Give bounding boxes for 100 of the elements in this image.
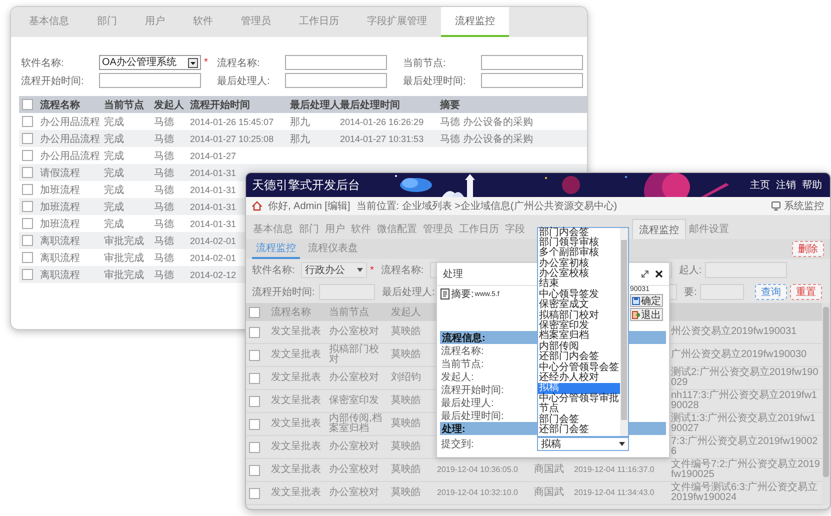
dropdown-option[interactable]: 还部门会签	[538, 424, 620, 436]
table-cell-text: 2014-01-26 16:26:29	[339, 116, 424, 126]
column-header: 当前节点	[103, 98, 144, 112]
table-cell-text: 2014-01-27 10:25:08	[189, 134, 274, 144]
dropdown-option[interactable]: 档案室归档	[538, 331, 620, 342]
table-cell-text: 马德	[153, 116, 174, 128]
resize-icon[interactable]	[641, 270, 649, 278]
dropdown-option[interactable]: 还经办人校对	[538, 372, 620, 384]
input-field[interactable]	[481, 73, 583, 88]
checkbox[interactable]	[249, 372, 260, 384]
checkbox[interactable]	[249, 488, 260, 498]
dropdown-option[interactable]: 多个副部审核	[538, 248, 620, 259]
caret-icon	[188, 58, 198, 68]
checkbox[interactable]	[22, 116, 33, 127]
table-cell-text: 2014-02-01	[189, 252, 236, 262]
checkbox[interactable]	[249, 442, 260, 452]
select-field[interactable]: 拟稿	[537, 436, 629, 450]
table-cell-text: 刘绍钧	[390, 372, 422, 384]
tab[interactable]: 流程监控	[632, 219, 686, 239]
field-label: 软件名称:	[21, 56, 65, 70]
table-cell-text: 加班流程	[39, 200, 80, 214]
table-cell-text: 2014-02-12	[189, 270, 236, 280]
checkbox[interactable]	[22, 218, 33, 229]
input-field[interactable]	[285, 73, 387, 88]
table-cell-text: 文件编号7:2:广州公资交易立2019fw190025	[670, 460, 821, 480]
input-field[interactable]	[99, 73, 201, 88]
table-cell-text: 发文呈批表	[270, 326, 322, 338]
required-mark: *	[370, 264, 374, 276]
header-link[interactable]: 帮助	[802, 178, 822, 192]
checkbox[interactable]	[22, 167, 33, 178]
table-cell-text: 办公室校对	[328, 326, 380, 338]
table-cell-text: 完成	[103, 132, 124, 146]
dropdown-option[interactable]: 部门会签	[538, 414, 620, 425]
checkbox[interactable]	[22, 99, 33, 110]
table-cell-text: 7:3:广州公资交易立2019fw190026	[670, 436, 819, 458]
exit-button[interactable]: 退出	[630, 308, 663, 321]
dropdown-option[interactable]: 还部门内会签	[538, 352, 620, 363]
checkbox[interactable]	[249, 306, 260, 318]
column-header: 流程名称	[270, 306, 312, 319]
header-link[interactable]: 注销	[776, 178, 796, 192]
select-field[interactable]: 行政办公	[301, 262, 367, 278]
dropdown-option[interactable]: 结束	[538, 279, 620, 290]
exit-icon	[632, 310, 640, 318]
field-label: 最后处理人:	[217, 74, 271, 88]
monitor-link[interactable]: 系统监控	[784, 199, 824, 213]
field-label: 最后处理人:	[382, 286, 436, 299]
select-field[interactable]: OA办公管理系统	[99, 55, 201, 70]
table-cell-text: 马德	[153, 150, 174, 162]
table-cell-text: 2014-01-31	[189, 168, 236, 178]
input-field[interactable]	[285, 55, 387, 70]
checkbox[interactable]	[22, 252, 33, 263]
checkbox[interactable]	[22, 133, 33, 144]
checkbox[interactable]	[249, 326, 260, 338]
table-cell-text: 马德	[153, 252, 174, 264]
table-cell-text: 完成	[103, 166, 124, 180]
field-label: 流程名称:	[380, 264, 425, 277]
query-button[interactable]: 查询	[754, 284, 787, 300]
checkbox[interactable]	[249, 464, 260, 476]
checkbox[interactable]	[22, 184, 33, 195]
input-field[interactable]	[319, 284, 375, 300]
table-cell-text: 完成	[103, 150, 124, 162]
input-field[interactable]	[700, 284, 744, 300]
column-header: 流程开始时间	[189, 98, 250, 112]
field-label: 最后处理人:	[441, 396, 495, 410]
greeting-text: 你好, Admin [编辑]	[268, 200, 350, 213]
delete-button[interactable]: 删除	[792, 241, 824, 257]
column-header: 最后处理人	[289, 98, 340, 112]
table-cell-text: nh117:3:广州公资交易立2019fw190028	[670, 390, 818, 412]
checkbox[interactable]	[22, 235, 33, 246]
dropdown-option[interactable]: 部门内会签	[538, 228, 620, 238]
table-cell-text: 保密室印发	[328, 396, 380, 406]
checkbox[interactable]	[22, 269, 33, 280]
tab[interactable]: 流程监控	[441, 7, 509, 37]
ok-button[interactable]: 确定	[630, 294, 663, 307]
dropdown-option[interactable]: 中心分管领导会签	[538, 362, 620, 373]
dialog-title: 处理	[443, 268, 463, 281]
dropdown-option[interactable]: 保密室成文	[538, 300, 620, 311]
scrollbar[interactable]	[620, 228, 628, 436]
checkbox[interactable]	[249, 350, 260, 360]
checkbox[interactable]	[22, 201, 33, 212]
table-cell-text: 2019-12-04 11:16:37.0	[573, 464, 656, 476]
table-cell-text: 加班流程	[39, 218, 80, 230]
table-cell-text: 办公用品流程	[39, 132, 100, 146]
section-title: 流程信息:	[441, 331, 486, 344]
reset-button[interactable]: 重置	[790, 284, 822, 300]
checkbox[interactable]	[249, 396, 260, 406]
checkbox[interactable]	[249, 418, 260, 430]
close-icon[interactable]	[655, 270, 663, 278]
checkbox[interactable]	[22, 150, 33, 161]
input-field[interactable]	[481, 55, 583, 70]
field-label: 最后处理时间:	[403, 74, 467, 88]
field-label: 当前节点:	[441, 358, 485, 370]
table-cell-text: 离职流程	[39, 252, 80, 264]
header-link[interactable]: 主页	[750, 178, 770, 192]
input-field[interactable]	[704, 262, 787, 278]
table-cell-text: 发文呈批表	[270, 418, 322, 430]
scrollbar[interactable]	[822, 303, 830, 505]
dropdown-option[interactable]: 节点	[538, 404, 620, 415]
field-label: 当前节点:	[403, 56, 447, 70]
table-cell-text: 马德	[153, 166, 174, 180]
